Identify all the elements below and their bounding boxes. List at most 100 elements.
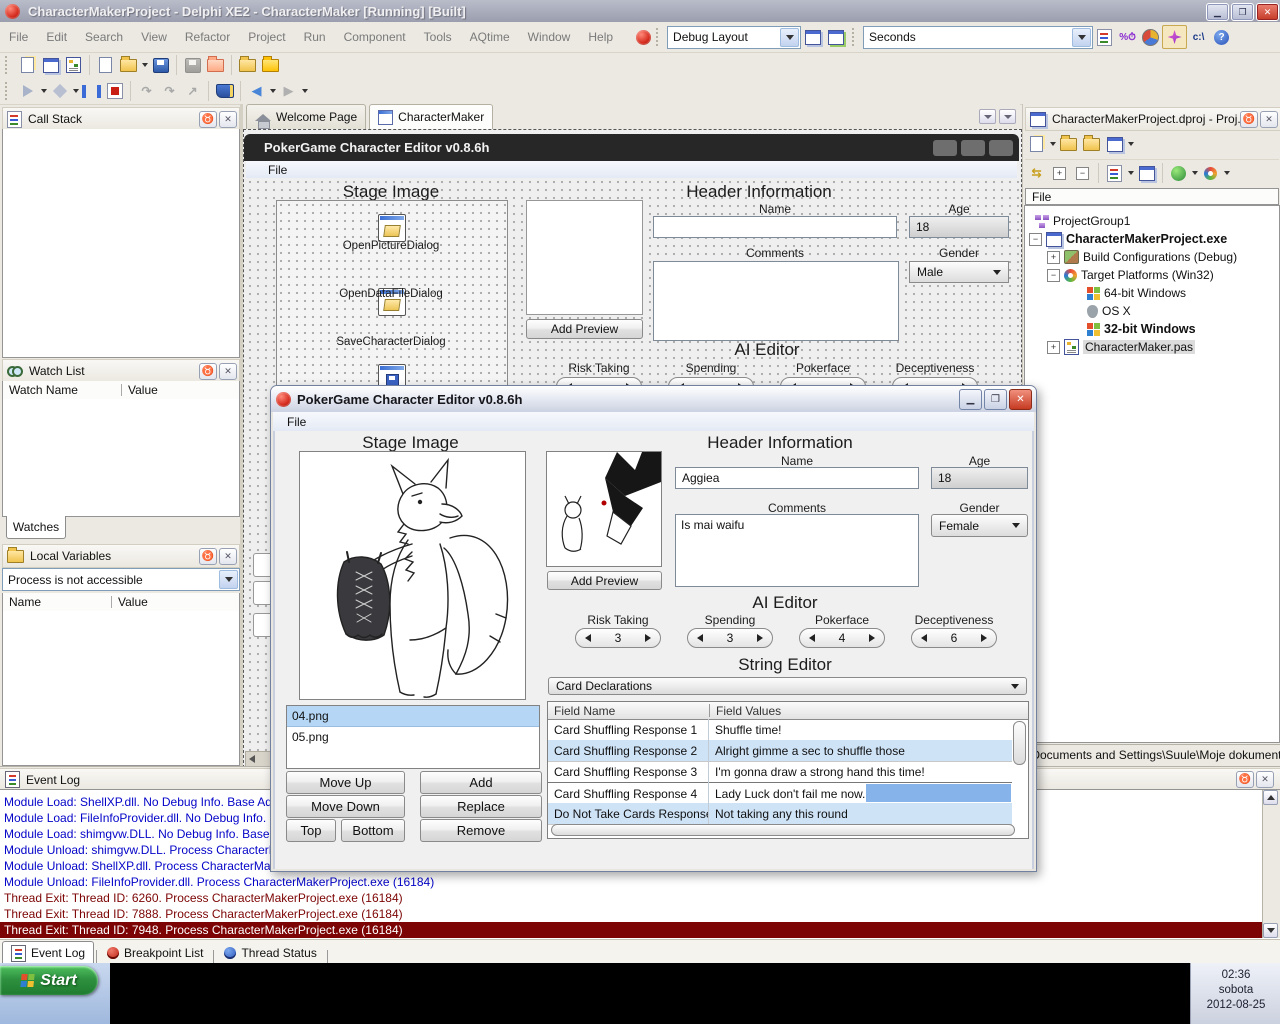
chevron-down-icon[interactable]	[219, 570, 238, 589]
value-column[interactable]: Value	[112, 595, 239, 609]
collapse-all-button[interactable]	[1071, 162, 1094, 184]
new-items-button[interactable]	[16, 54, 39, 76]
open-file-dropdown[interactable]	[140, 54, 149, 76]
sort-dropdown[interactable]	[1126, 162, 1135, 184]
designer-name-input[interactable]	[653, 216, 897, 238]
minimize-button[interactable]: ▁	[1206, 3, 1229, 21]
pokerface-spinner[interactable]: 4	[799, 628, 885, 648]
run-without-debug-dropdown[interactable]	[71, 80, 80, 102]
chevron-down-icon[interactable]	[1072, 28, 1091, 47]
close-icon[interactable]	[219, 548, 237, 565]
project-file-column[interactable]: File	[1025, 188, 1279, 205]
drive-button[interactable]: c:\	[1187, 26, 1210, 48]
report-button[interactable]	[1093, 26, 1116, 48]
pin-icon[interactable]	[199, 111, 217, 128]
app-close-button[interactable]: ✕	[1009, 389, 1032, 410]
grid-row[interactable]: Card Shuffling Response 2Alright gimme a…	[548, 740, 1012, 762]
watch-list-header[interactable]: Watch List	[2, 359, 240, 383]
new-project-dropdown[interactable]	[1048, 133, 1057, 155]
stop-button[interactable]	[103, 80, 126, 102]
run-without-debug-button[interactable]	[48, 80, 71, 102]
profiler-time-button[interactable]: %⏱	[1116, 26, 1139, 48]
menu-component[interactable]: Component	[335, 30, 415, 44]
list-item-selected[interactable]: 04.png	[287, 706, 539, 727]
navigate-back-dropdown[interactable]	[268, 80, 277, 102]
move-up-button[interactable]: Move Up	[286, 771, 405, 794]
help-button[interactable]: ?	[1210, 26, 1233, 48]
pause-button[interactable]	[80, 80, 103, 102]
age-input[interactable]: 18	[931, 467, 1028, 489]
event-entry[interactable]: Module Unload: ShellXP.dll. Process Char…	[4, 858, 299, 874]
save-button[interactable]	[149, 54, 172, 76]
designer-gender-combo[interactable]: Male	[909, 261, 1009, 283]
add-project-button[interactable]	[1057, 133, 1080, 155]
deceptiveness-spinner[interactable]: 6	[911, 628, 997, 648]
event-entry[interactable]: Module Unload: shimgvw.DLL. Process Char…	[4, 842, 298, 858]
designer-maximize-button[interactable]	[961, 140, 985, 156]
run-button[interactable]	[16, 80, 39, 102]
profile-combo[interactable]: Seconds	[863, 26, 1093, 49]
tree-item-osx[interactable]: OS X	[1087, 303, 1131, 319]
designer-menu-file[interactable]: File	[268, 163, 287, 177]
tab-scroll-left-button[interactable]	[979, 109, 996, 124]
event-entry[interactable]: Thread Exit: Thread ID: 7888. Process Ch…	[4, 906, 403, 922]
navigate-back-button[interactable]: ◀	[245, 80, 268, 102]
open-project-button[interactable]	[236, 54, 259, 76]
spending-spinner[interactable]: 3	[687, 628, 773, 648]
event-entry[interactable]: Module Unload: FileInfoProvider.dll. Pro…	[4, 874, 434, 890]
designer-age-input[interactable]: 18	[909, 216, 1009, 238]
name-input[interactable]: Aggiea	[675, 467, 919, 489]
start-button[interactable]: Start	[0, 966, 98, 995]
system-tray[interactable]: 02:36 sobota 2012-08-25	[1190, 963, 1280, 1024]
find-button[interactable]	[1167, 162, 1190, 184]
grid-row[interactable]: Card Shuffling Response 1Shuffle time!	[548, 719, 1012, 741]
help-contents-button[interactable]	[213, 80, 236, 102]
category-combo[interactable]: Card Declarations	[548, 677, 1027, 695]
menu-view[interactable]: View	[132, 30, 176, 44]
app-maximize-button[interactable]: ❐	[984, 389, 1007, 410]
watches-tab[interactable]: Watches	[6, 516, 66, 539]
pin-icon[interactable]	[199, 548, 217, 565]
save-desktop-button[interactable]	[801, 26, 824, 48]
spin-right-icon[interactable]	[645, 634, 651, 642]
trace-into-button[interactable]: ↷	[158, 80, 181, 102]
event-log-scrollbar[interactable]	[1262, 790, 1280, 938]
spin-left-icon[interactable]	[585, 634, 591, 642]
close-icon[interactable]	[219, 111, 237, 128]
event-entry[interactable]: Thread Exit: Thread ID: 6260. Process Ch…	[4, 890, 403, 906]
menu-tools[interactable]: Tools	[415, 30, 461, 44]
spin-right-icon[interactable]	[757, 634, 763, 642]
tree-item-project-exe[interactable]: CharacterMakerProject.exe	[1029, 231, 1227, 247]
grid-row-selected[interactable]: Card Shuffling Response 4Lady Luck don't…	[548, 782, 1012, 805]
field-name-column[interactable]: Field Name	[548, 704, 709, 718]
open-file-button[interactable]	[117, 54, 140, 76]
designer-add-preview-button[interactable]: Add Preview	[526, 319, 643, 339]
wand-toggle-button[interactable]	[1162, 25, 1187, 49]
expand-all-button[interactable]	[1048, 162, 1071, 184]
designer-comments-box[interactable]	[653, 261, 899, 341]
menu-aqtime[interactable]: AQtime	[461, 30, 519, 44]
spin-left-icon[interactable]	[697, 634, 703, 642]
replace-button[interactable]: Replace	[420, 795, 542, 818]
bottom-button[interactable]: Bottom	[341, 819, 405, 842]
field-values-column[interactable]: Field Values	[710, 704, 781, 718]
menu-help[interactable]: Help	[579, 30, 622, 44]
menu-file[interactable]: File	[0, 30, 37, 44]
sync-button[interactable]: ⇆	[1025, 162, 1048, 184]
new-form-button[interactable]	[39, 54, 62, 76]
close-icon[interactable]	[1256, 771, 1274, 788]
spin-right-icon[interactable]	[981, 634, 987, 642]
save-all-button[interactable]	[181, 54, 204, 76]
close-icon[interactable]	[1260, 111, 1278, 128]
spin-left-icon[interactable]	[921, 634, 927, 642]
top-button[interactable]: Top	[286, 819, 336, 842]
grid-row[interactable]: Card Shuffling Response 3I'm gonna draw …	[548, 761, 1012, 783]
grid-row[interactable]: Do Not Take Cards Response 1Not taking a…	[548, 803, 1012, 825]
pin-icon[interactable]	[1240, 111, 1258, 128]
menu-edit[interactable]: Edit	[37, 30, 76, 44]
menu-refactor[interactable]: Refactor	[176, 30, 239, 44]
platform-dropdown[interactable]	[1222, 162, 1231, 184]
add-button[interactable]: Add	[420, 771, 542, 794]
designer-minimize-button[interactable]	[933, 140, 957, 156]
new-unit-button[interactable]	[62, 54, 85, 76]
